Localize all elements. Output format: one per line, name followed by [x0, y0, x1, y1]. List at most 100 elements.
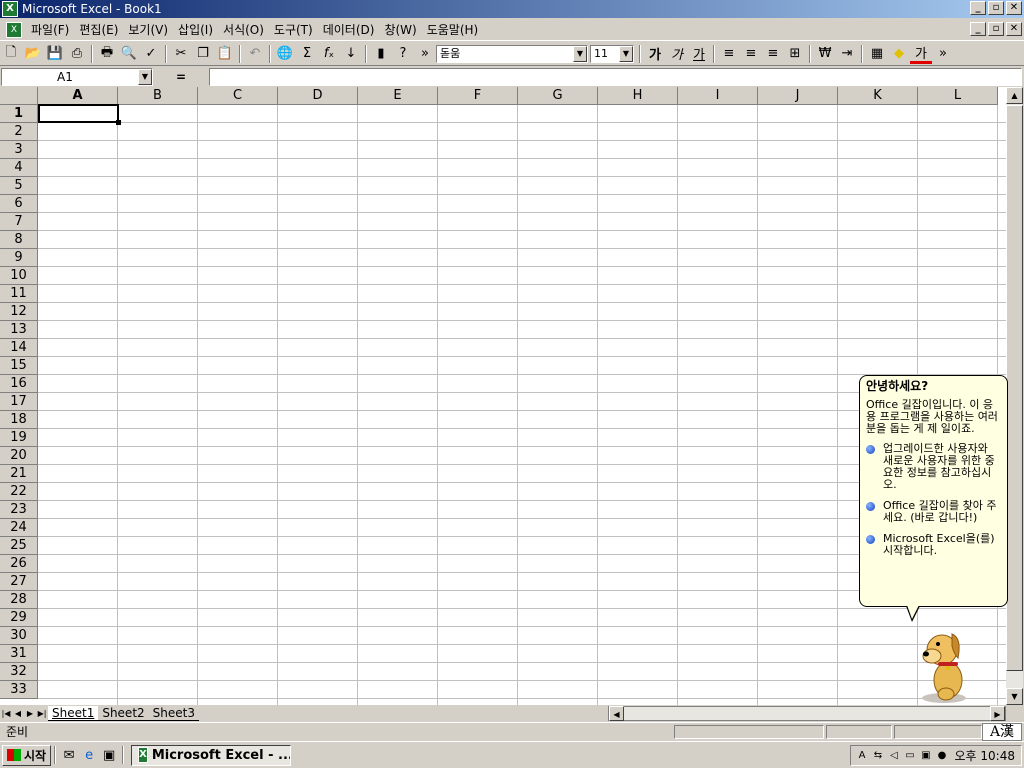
formula-input[interactable]	[209, 68, 1022, 86]
next-sheet-icon[interactable]: ▶	[24, 707, 36, 721]
align-right-icon[interactable]: ≡	[762, 44, 784, 64]
scroll-left-icon[interactable]: ◀	[609, 706, 624, 721]
minimize-button[interactable]: _	[970, 1, 986, 15]
office-assistant-dog-icon[interactable]	[916, 624, 972, 704]
tray-app-icon[interactable]: ●	[935, 749, 949, 763]
column-header[interactable]: E	[358, 87, 438, 105]
active-cell[interactable]	[38, 104, 119, 123]
more-buttons-icon[interactable]: »	[414, 44, 436, 64]
menu-file[interactable]: 파일(F)	[26, 21, 74, 38]
help-icon[interactable]: ?	[392, 44, 414, 64]
open-icon[interactable]: 📂	[22, 44, 44, 64]
column-header[interactable]: F	[438, 87, 518, 105]
column-header[interactable]: B	[118, 87, 198, 105]
row-header[interactable]: 4	[0, 159, 38, 177]
outlook-icon[interactable]: ✉	[59, 745, 79, 765]
row-header[interactable]: 6	[0, 195, 38, 213]
row-header[interactable]: 21	[0, 465, 38, 483]
ime-indicator[interactable]: A漢	[982, 723, 1022, 741]
row-header[interactable]: 24	[0, 519, 38, 537]
row-header[interactable]: 22	[0, 483, 38, 501]
borders-icon[interactable]: ▦	[866, 44, 888, 64]
taskbar-excel-button[interactable]: X Microsoft Excel - ...	[131, 744, 292, 766]
underline-button[interactable]: 가	[688, 44, 710, 64]
select-all-button[interactable]	[0, 87, 38, 105]
menu-window[interactable]: 창(W)	[379, 21, 421, 38]
row-header[interactable]: 20	[0, 447, 38, 465]
font-size-select[interactable]: 11 ▼	[590, 44, 634, 63]
fill-handle[interactable]	[116, 120, 121, 125]
row-header[interactable]: 28	[0, 591, 38, 609]
row-header[interactable]: 25	[0, 537, 38, 555]
edit-formula-button[interactable]: =	[153, 70, 209, 84]
menu-edit[interactable]: 편집(E)	[74, 21, 123, 38]
row-header[interactable]: 32	[0, 663, 38, 681]
balloon-option[interactable]: 업그레이드한 사용자와 새로운 사용자를 위한 중요한 정보를 참고하십시오.	[866, 443, 1001, 491]
column-header[interactable]: G	[518, 87, 598, 105]
row-header[interactable]: 14	[0, 339, 38, 357]
function-icon[interactable]: fₓ	[318, 44, 340, 64]
row-header[interactable]: 23	[0, 501, 38, 519]
permission-icon[interactable]: ⎙	[66, 44, 88, 64]
row-header[interactable]: 11	[0, 285, 38, 303]
column-header[interactable]: K	[838, 87, 918, 105]
tray-ime-icon[interactable]: A	[855, 749, 869, 763]
menu-data[interactable]: 데이터(D)	[318, 21, 380, 38]
row-header[interactable]: 30	[0, 627, 38, 645]
cut-icon[interactable]: ✂	[170, 44, 192, 64]
menu-insert[interactable]: 삽입(I)	[173, 21, 218, 38]
row-header[interactable]: 8	[0, 231, 38, 249]
fill-color-icon[interactable]: ◆	[888, 44, 910, 64]
italic-button[interactable]: 가	[666, 44, 688, 64]
bold-button[interactable]: 가	[644, 44, 666, 64]
print-icon[interactable]: 🖶	[96, 44, 118, 64]
tab-sheet1[interactable]: Sheet1	[48, 706, 99, 721]
row-header[interactable]: 27	[0, 573, 38, 591]
scroll-up-icon[interactable]: ▲	[1006, 87, 1023, 104]
column-header[interactable]: L	[918, 87, 998, 105]
column-header[interactable]: J	[758, 87, 838, 105]
balloon-option[interactable]: Office 길잡이를 찾아 주세요. (바로 갑니다!)	[866, 500, 1001, 524]
copy-icon[interactable]: ❐	[192, 44, 214, 64]
hyperlink-icon[interactable]: 🌐	[274, 44, 296, 64]
row-header[interactable]: 5	[0, 177, 38, 195]
scroll-right-icon[interactable]: ▶	[990, 706, 1005, 721]
currency-icon[interactable]: ₩	[814, 44, 836, 64]
autosum-icon[interactable]: Σ	[296, 44, 318, 64]
name-box[interactable]: A1 ▼	[1, 68, 153, 86]
font-name-select[interactable]: 돋움 ▼	[436, 44, 588, 63]
column-header[interactable]: C	[198, 87, 278, 105]
indent-icon[interactable]: ⇥	[836, 44, 858, 64]
column-header[interactable]: H	[598, 87, 678, 105]
menu-view[interactable]: 보기(V)	[123, 21, 173, 38]
close-button[interactable]: ✕	[1006, 1, 1022, 15]
internet-explorer-icon[interactable]: e	[79, 745, 99, 765]
row-header[interactable]: 29	[0, 609, 38, 627]
chevron-down-icon[interactable]: ▼	[573, 45, 587, 62]
paste-icon[interactable]: 📋	[214, 44, 236, 64]
doc-minimize-button[interactable]: _	[970, 22, 986, 36]
font-color-button[interactable]: 가	[910, 44, 932, 64]
row-header[interactable]: 9	[0, 249, 38, 267]
balloon-option[interactable]: Microsoft Excel을(를) 시작합니다.	[866, 533, 1001, 557]
chart-wizard-icon[interactable]: ▮	[370, 44, 392, 64]
excel-app-icon[interactable]: X	[2, 1, 18, 17]
horizontal-scrollbar[interactable]: ◀ ▶	[608, 706, 1006, 721]
align-left-icon[interactable]: ≡	[718, 44, 740, 64]
menu-tools[interactable]: 도구(T)	[269, 21, 318, 38]
menu-format[interactable]: 서식(O)	[218, 21, 269, 38]
align-center-icon[interactable]: ≡	[740, 44, 762, 64]
row-header[interactable]: 31	[0, 645, 38, 663]
row-header[interactable]: 1	[0, 105, 38, 123]
row-header[interactable]: 7	[0, 213, 38, 231]
print-preview-icon[interactable]: 🔍	[118, 44, 140, 64]
scroll-down-icon[interactable]: ▼	[1006, 688, 1023, 705]
doc-restore-button[interactable]: ▫	[988, 22, 1004, 36]
row-header[interactable]: 15	[0, 357, 38, 375]
tab-sheet3[interactable]: Sheet3	[148, 706, 199, 721]
new-icon[interactable]: 🗋	[0, 44, 22, 64]
chevron-down-icon[interactable]: ▼	[619, 45, 633, 62]
more-buttons-icon-2[interactable]: »	[932, 44, 954, 64]
tray-vm-icon[interactable]: ▣	[919, 749, 933, 763]
row-header[interactable]: 10	[0, 267, 38, 285]
